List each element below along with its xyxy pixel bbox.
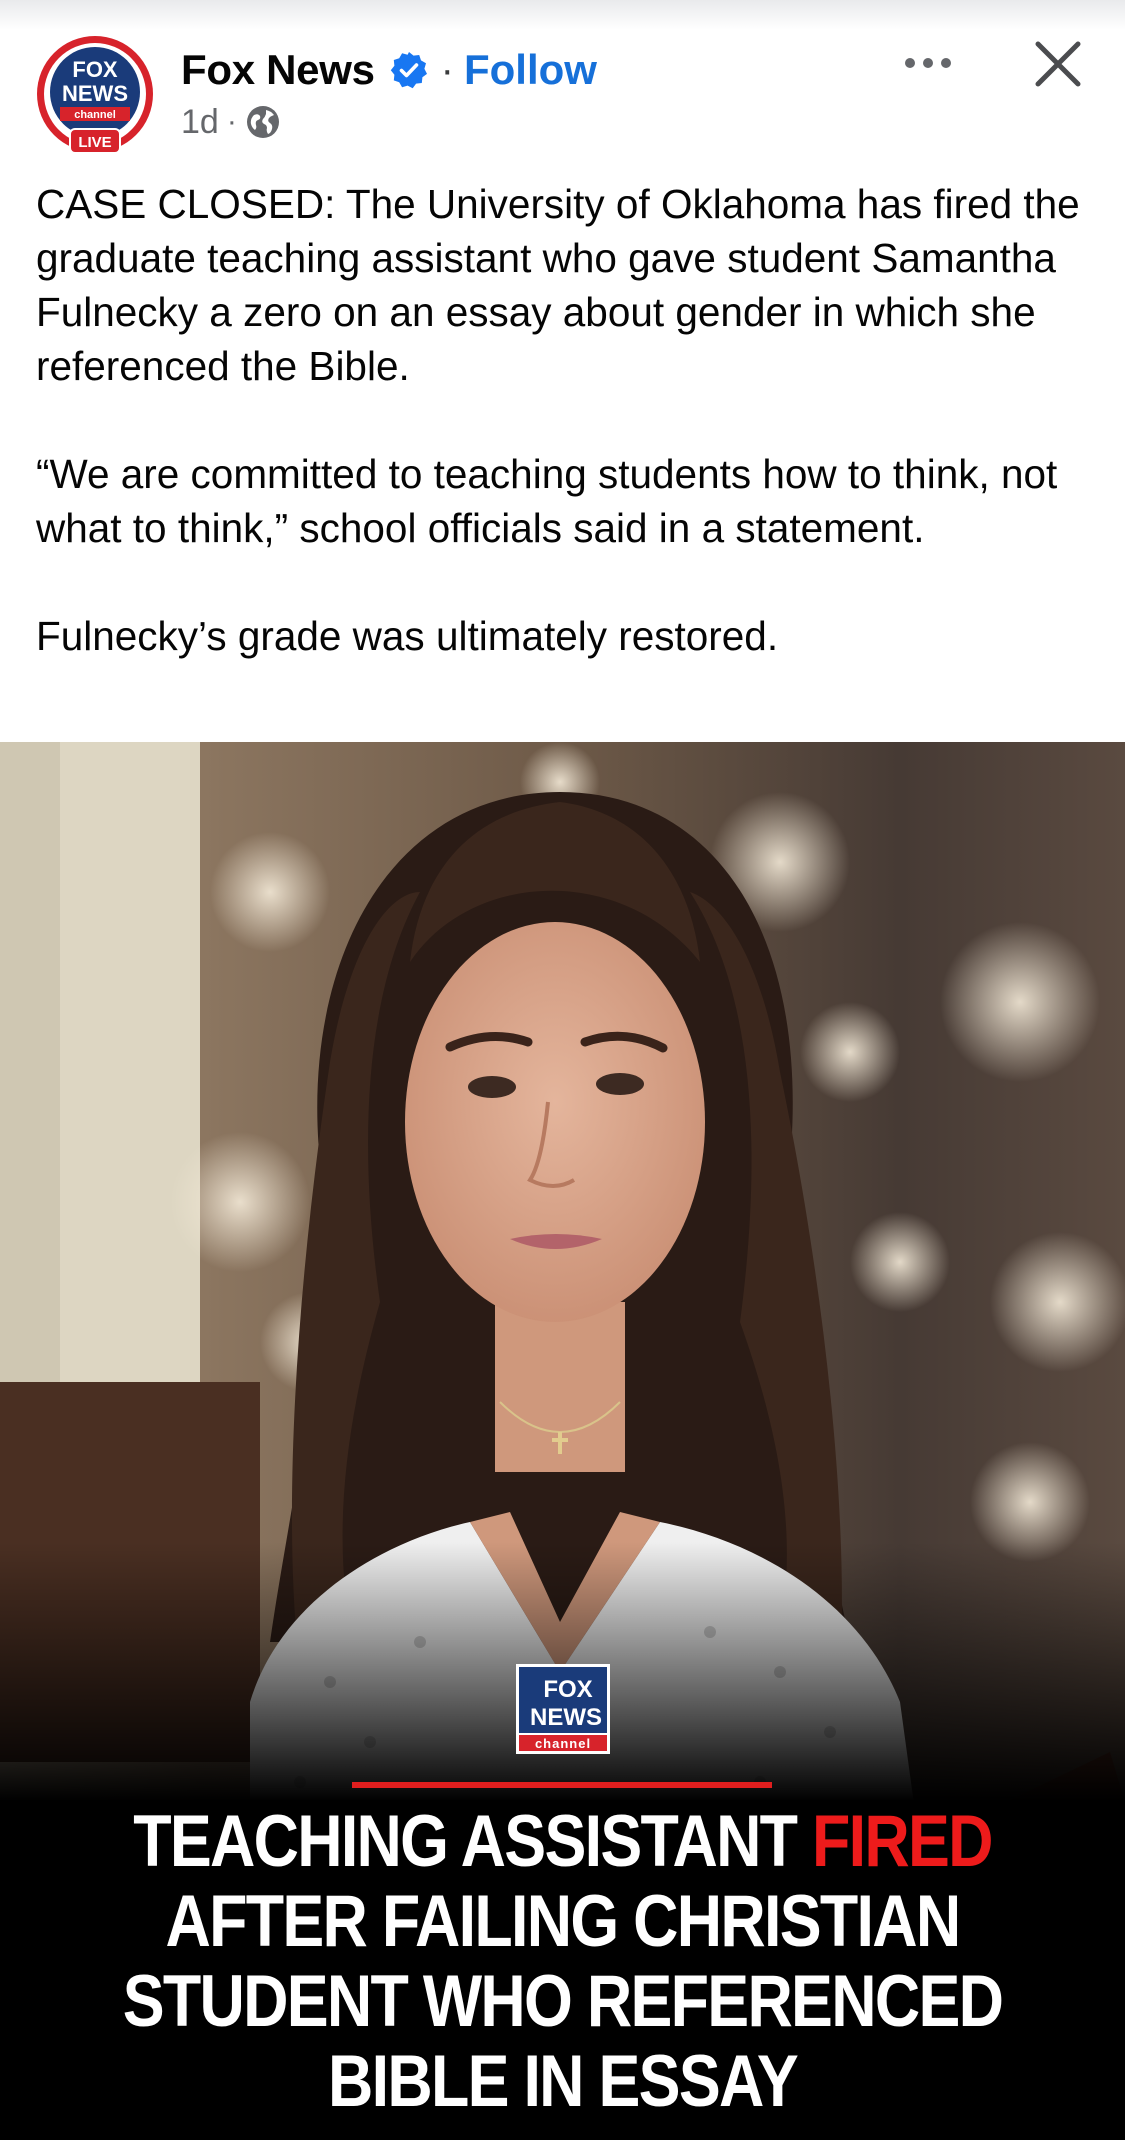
logo-text-channel: channel [535,1736,591,1751]
caption-paragraph: Fulnecky’s grade was ultimately restored… [36,613,779,659]
status-fade [0,0,1125,30]
headline-text: AFTER FAILING CHRISTIAN STUDENT WHO REFE… [122,1881,1004,2122]
post-image[interactable]: FOX NEWS channel TEACHING ASSISTANT FIRE… [0,742,1125,2140]
close-icon[interactable] [1032,38,1084,90]
logo-text-fox: FOX [543,1676,592,1703]
fox-news-logo: FOX NEWS channel [516,1664,610,1754]
headline-highlight: FIRED [812,1801,993,1882]
post-meta: 1d · [181,102,281,142]
image-headline: TEACHING ASSISTANT FIRED AFTER FAILING C… [79,1802,1047,2122]
name-separator: · [440,47,454,92]
post-caption: CASE CLOSED: The University of Oklahoma … [36,177,1096,717]
page-name[interactable]: Fox News [181,46,375,94]
avatar-text-news: NEWS [62,81,128,106]
caption-paragraph: “We are committed to teaching students h… [36,451,1058,551]
logo-text-news: NEWS [530,1704,602,1731]
globe-icon [246,106,279,138]
avatar-text-fox: FOX [72,57,118,82]
avatar[interactable]: FOX NEWS channel LIVE [34,33,156,155]
caption-paragraph: CASE CLOSED: The University of Oklahoma … [36,181,1080,389]
headline-text: TEACHING ASSISTANT [133,1801,813,1882]
headline-divider [352,1782,772,1788]
live-badge: LIVE [78,134,111,151]
more-options-icon[interactable] [900,48,956,78]
verified-badge-icon [390,52,427,89]
meta-separator: · [226,105,237,138]
post-timestamp[interactable]: 1d [181,103,219,142]
page-title-row: Fox News · Follow [181,40,597,100]
follow-button[interactable]: Follow [464,46,597,94]
avatar-text-channel: channel [74,109,116,121]
